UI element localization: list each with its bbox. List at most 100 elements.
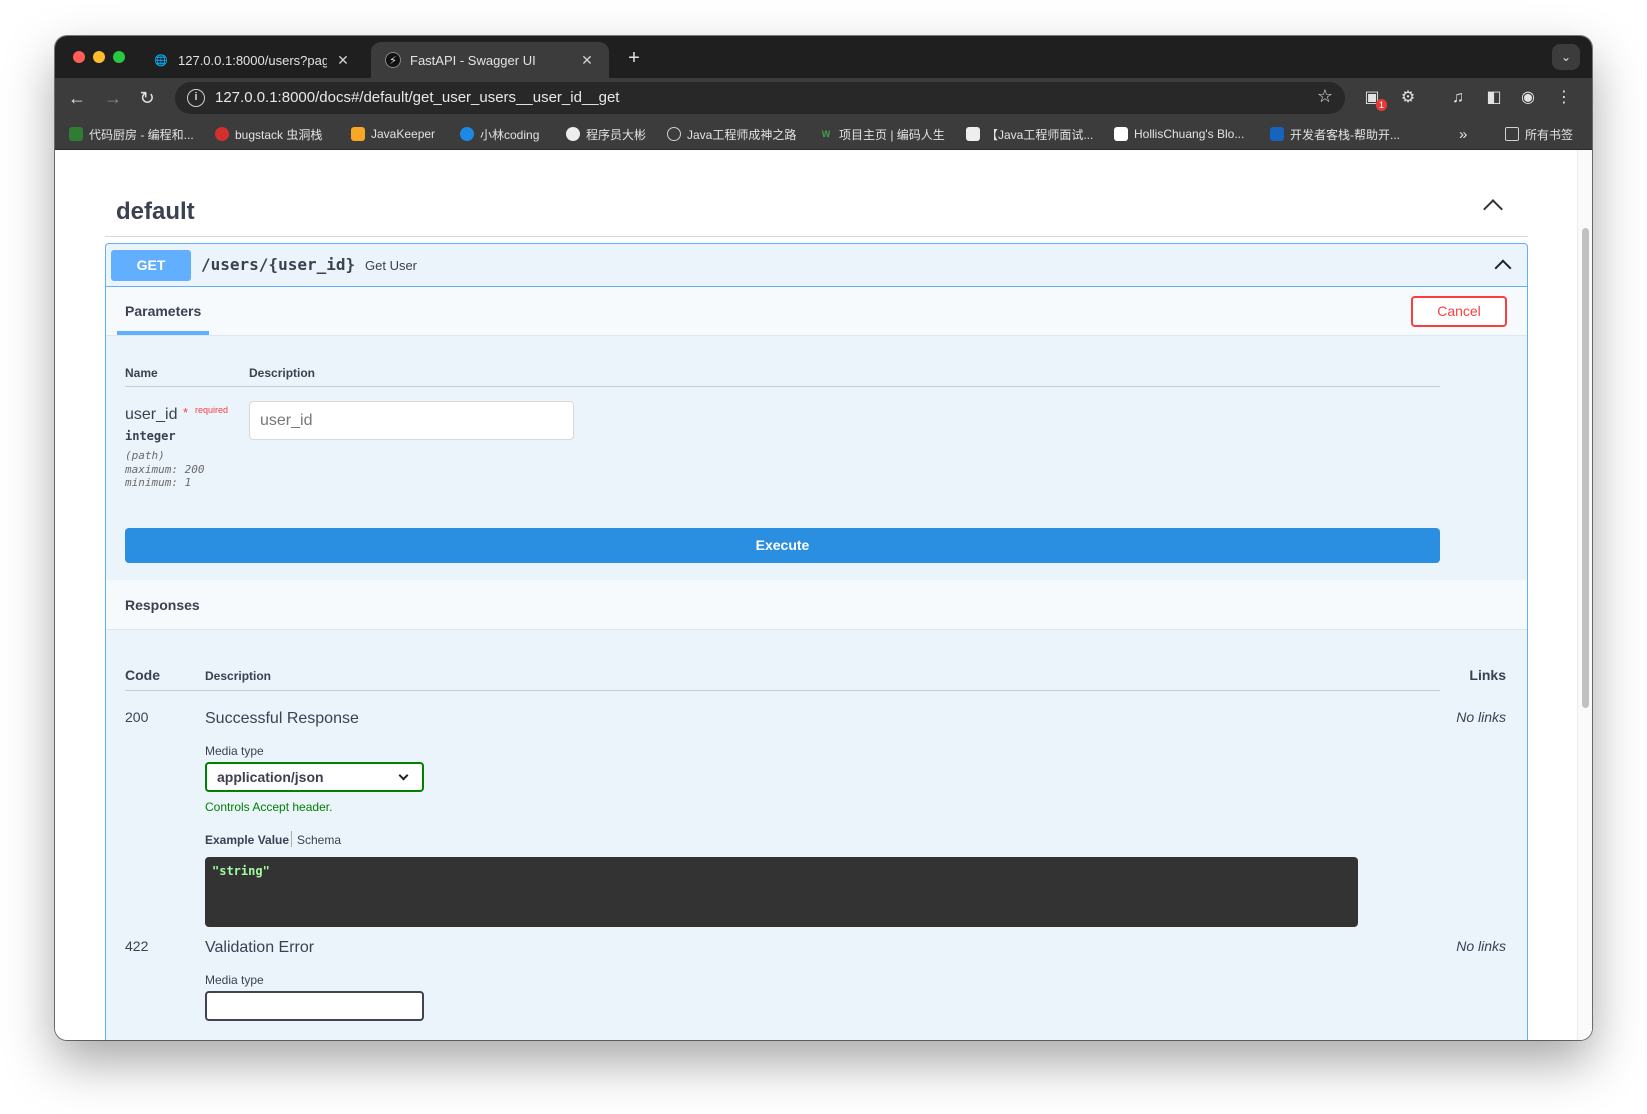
close-tab-icon[interactable]: ✕ [335, 52, 351, 69]
tab-divider [291, 831, 292, 847]
bookmark-favicon-icon [351, 127, 365, 141]
bookmark-item[interactable]: 程序员大彬 [566, 124, 646, 144]
bookmark-item[interactable]: W 项目主页 | 编码人生 [819, 124, 945, 144]
example-value: "string" [212, 864, 270, 878]
media-type-label: Media type [205, 973, 264, 987]
media-type-label: Media type [205, 744, 264, 758]
fastapi-icon: ⚡ [385, 52, 401, 68]
all-bookmarks-button[interactable]: 所有书签 [1505, 124, 1573, 144]
response-description: Successful Response [205, 710, 359, 727]
user-id-input[interactable] [249, 401, 574, 440]
bookmark-star-icon[interactable]: ☆ [1317, 86, 1333, 107]
media-type-value: application/json [217, 769, 324, 785]
puzzle-extensions-icon[interactable]: ⚙ [1395, 85, 1421, 111]
execute-button[interactable]: Execute [125, 528, 1440, 563]
cancel-button[interactable]: Cancel [1411, 296, 1507, 327]
site-info-icon[interactable]: i [187, 89, 205, 107]
bookmark-item[interactable]: 【Java工程师面试... [966, 124, 1093, 144]
bookmark-favicon-icon [566, 127, 580, 141]
all-bookmarks-label: 所有书签 [1525, 127, 1574, 142]
param-description-header: Description [249, 366, 316, 380]
globe-icon: 🌐 [154, 54, 168, 67]
globe-icon [667, 127, 681, 141]
tab-search-chevron-icon[interactable]: ⌄ [1552, 44, 1580, 70]
zoom-window-button[interactable] [113, 51, 125, 63]
response-description-header: Description [205, 669, 272, 683]
bookmark-item[interactable]: 开发者客栈-帮助开... [1270, 124, 1400, 144]
scrollbar-thumb[interactable] [1582, 228, 1589, 708]
browser-tab-users[interactable]: 🌐 127.0.0.1:8000/users?page_s ✕ [139, 42, 365, 78]
tab-example-value[interactable]: Example Value [205, 833, 289, 847]
bookmark-item[interactable]: JavaKeeper [351, 124, 435, 144]
responses-table-divider [125, 690, 1440, 691]
controls-accept-note: Controls Accept header. [205, 800, 333, 814]
close-window-button[interactable] [73, 51, 85, 63]
operation-summary[interactable]: GET /users/{user_id} Get User [106, 244, 1527, 287]
tab-parameters[interactable]: Parameters [125, 303, 201, 319]
chevron-up-icon[interactable] [1494, 259, 1512, 277]
required-label: required [195, 405, 229, 415]
bookmark-favicon-icon [966, 127, 980, 141]
operation-block: GET /users/{user_id} Get User Parameters… [105, 243, 1528, 1040]
bookmark-item[interactable]: HollisChuang's Blo... [1114, 124, 1244, 144]
bookmark-label: 开发者客栈-帮助开... [1290, 127, 1400, 142]
chevron-up-icon[interactable] [1483, 199, 1503, 219]
parameters-header: Parameters Cancel [106, 287, 1527, 336]
forward-arrow-icon[interactable]: → [99, 84, 127, 112]
bookmark-label: Java工程师成神之路 [687, 127, 797, 142]
bookmark-favicon-icon [215, 127, 229, 141]
response-description: Validation Error [205, 939, 315, 956]
bookmark-item[interactable]: 代码厨房 - 编程和... [69, 124, 194, 144]
media-type-select[interactable] [205, 991, 424, 1021]
bookmark-item[interactable]: Java工程师成神之路 [667, 124, 796, 144]
bookmark-label: 程序员大彬 [586, 127, 647, 142]
bookmark-label: bugstack 虫洞栈 [235, 127, 323, 142]
media-controls-icon[interactable]: ♫ [1445, 85, 1471, 111]
bookmark-favicon-icon [1270, 127, 1284, 141]
more-menu-icon[interactable]: ⋮ [1551, 85, 1577, 111]
bookmark-label: 代码厨房 - 编程和... [89, 127, 194, 142]
bookmark-item[interactable]: 小林coding [460, 124, 539, 144]
section-divider [105, 236, 1528, 237]
tab-strip: 🌐 127.0.0.1:8000/users?page_s ✕ ⚡ FastAP… [55, 36, 1592, 78]
page-content: default GET /users/{user_id} Get User Pa… [55, 150, 1592, 1040]
media-type-select[interactable]: application/json [205, 762, 424, 792]
param-minimum: minimum: 1 [125, 476, 192, 489]
responses-title: Responses [125, 597, 200, 613]
required-star: * [183, 405, 189, 420]
bookmark-label: 项目主页 | 编码人生 [839, 127, 945, 142]
bookmark-favicon-icon [460, 127, 474, 141]
tab-active-indicator [117, 331, 209, 335]
bookmark-favicon-icon: W [821, 129, 831, 139]
param-maximum: maximum: 200 [125, 463, 205, 476]
bookmark-label: JavaKeeper [371, 127, 436, 141]
bookmarks-bar: 代码厨房 - 编程和... bugstack 虫洞栈 JavaKeeper 小林… [55, 118, 1592, 150]
bookmarks-overflow-button[interactable]: » [1459, 124, 1467, 144]
page-scrollbar[interactable] [1577, 150, 1592, 1040]
extension-badge-icon[interactable]: ▣ 1 [1359, 85, 1387, 111]
new-tab-button[interactable]: + [621, 45, 647, 71]
bookmark-label: 小林coding [480, 127, 540, 142]
address-bar[interactable]: i 127.0.0.1:8000/docs#/default/get_user_… [175, 82, 1345, 114]
profile-icon[interactable]: ◉ [1515, 85, 1541, 111]
tab-title: FastAPI - Swagger UI [410, 52, 536, 68]
close-tab-icon[interactable]: ✕ [579, 52, 595, 69]
reload-icon[interactable]: ↻ [133, 84, 161, 112]
browser-tab-swagger[interactable]: ⚡ FastAPI - Swagger UI ✕ [371, 42, 609, 78]
param-name-header: Name [125, 366, 158, 380]
chevron-down-icon [398, 770, 409, 781]
param-type: integer [125, 429, 176, 443]
section-title[interactable]: default [116, 198, 195, 226]
extension-badge-count: 1 [1375, 99, 1387, 111]
bookmark-item[interactable]: bugstack 虫洞栈 [215, 124, 322, 144]
response-links: No links [1456, 709, 1506, 725]
response-code: 422 [125, 938, 149, 954]
side-panel-icon[interactable]: ◧ [1481, 85, 1507, 111]
response-code: 200 [125, 709, 149, 725]
tab-schema[interactable]: Schema [297, 833, 341, 847]
address-url: 127.0.0.1:8000/docs#/default/get_user_us… [215, 89, 620, 106]
minimize-window-button[interactable] [93, 51, 105, 63]
back-arrow-icon[interactable]: ← [63, 84, 91, 112]
responses-header: Responses [106, 580, 1527, 630]
operation-path: /users/{user_id} [201, 255, 356, 274]
